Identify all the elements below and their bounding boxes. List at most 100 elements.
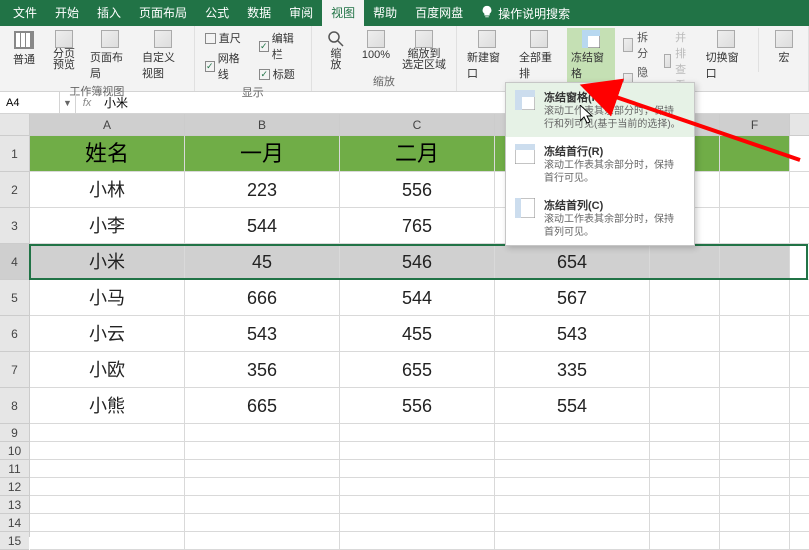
cell[interactable]: 小马 xyxy=(30,280,185,315)
cell[interactable] xyxy=(650,478,720,495)
normal-view-button[interactable]: 普通 xyxy=(6,28,42,83)
freeze-panes-option[interactable]: 冻结窗格(F) 滚动工作表其余部分时，保持 行和列可见(基于当前的选择)。 xyxy=(506,83,694,137)
cell[interactable]: 567 xyxy=(495,280,650,315)
arrange-all-button[interactable]: 全部重排 xyxy=(515,28,563,83)
cell[interactable] xyxy=(720,280,790,315)
cell[interactable]: 姓名 xyxy=(30,136,185,171)
cell[interactable] xyxy=(720,208,790,243)
cell[interactable]: 544 xyxy=(340,280,495,315)
row-header-3[interactable]: 3 xyxy=(0,208,29,244)
cell[interactable]: 546 xyxy=(340,244,495,279)
cell[interactable]: 665 xyxy=(185,388,340,423)
row-header-13[interactable]: 13 xyxy=(0,496,29,514)
cell[interactable] xyxy=(720,352,790,387)
cell[interactable]: 543 xyxy=(495,316,650,351)
cell[interactable] xyxy=(185,478,340,495)
menu-view[interactable]: 视图 xyxy=(322,0,364,26)
row-header-7[interactable]: 7 xyxy=(0,352,29,388)
cell[interactable] xyxy=(650,316,720,351)
cell[interactable] xyxy=(495,478,650,495)
cell[interactable] xyxy=(30,478,185,495)
col-header-b[interactable]: B xyxy=(185,114,340,135)
cell[interactable] xyxy=(720,244,790,279)
cell[interactable]: 335 xyxy=(495,352,650,387)
row-header-8[interactable]: 8 xyxy=(0,388,29,424)
cell[interactable]: 小熊 xyxy=(30,388,185,423)
col-header-a[interactable]: A xyxy=(30,114,185,135)
cell[interactable] xyxy=(650,280,720,315)
cell[interactable] xyxy=(30,460,185,477)
row-header-4[interactable]: 4 xyxy=(0,244,29,280)
cell[interactable] xyxy=(650,352,720,387)
cell[interactable]: 765 xyxy=(340,208,495,243)
cell[interactable] xyxy=(720,442,790,459)
ruler-checkbox[interactable]: 直尺 xyxy=(205,30,247,46)
cell[interactable] xyxy=(340,496,495,513)
cell[interactable] xyxy=(650,388,720,423)
row-header-1[interactable]: 1 xyxy=(0,136,29,172)
cell[interactable]: 666 xyxy=(185,280,340,315)
cell[interactable] xyxy=(720,316,790,351)
cell[interactable] xyxy=(650,514,720,531)
cell[interactable]: 二月 xyxy=(340,136,495,171)
formula-bar-checkbox[interactable]: ✓编辑栏 xyxy=(259,30,301,62)
cell[interactable] xyxy=(495,514,650,531)
cell[interactable] xyxy=(495,460,650,477)
cell[interactable]: 小李 xyxy=(30,208,185,243)
row-header-11[interactable]: 11 xyxy=(0,460,29,478)
cell[interactable]: 小米 xyxy=(30,244,185,279)
zoom-button[interactable]: 缩 放 xyxy=(318,28,354,73)
cell[interactable] xyxy=(30,424,185,441)
menu-data[interactable]: 数据 xyxy=(238,0,280,26)
cell[interactable]: 223 xyxy=(185,172,340,207)
row-header-15[interactable]: 15 xyxy=(0,532,29,550)
cell[interactable] xyxy=(185,532,340,549)
menu-baidu[interactable]: 百度网盘 xyxy=(406,0,472,26)
cell[interactable] xyxy=(30,442,185,459)
cell[interactable] xyxy=(650,496,720,513)
cell[interactable]: 544 xyxy=(185,208,340,243)
cell[interactable] xyxy=(650,460,720,477)
cell[interactable]: 45 xyxy=(185,244,340,279)
cell[interactable] xyxy=(340,442,495,459)
formula-input[interactable]: 小米 xyxy=(98,92,809,113)
menu-review[interactable]: 审阅 xyxy=(280,0,322,26)
freeze-first-col-option[interactable]: 冻结首列(C) 滚动工作表其余部分时，保持 首列可见。 xyxy=(506,191,694,245)
cell[interactable] xyxy=(720,136,790,171)
cell[interactable] xyxy=(495,532,650,549)
cell[interactable]: 556 xyxy=(340,388,495,423)
cell[interactable]: 654 xyxy=(495,244,650,279)
cell[interactable] xyxy=(185,514,340,531)
menu-file[interactable]: 文件 xyxy=(4,0,46,26)
zoom-selection-button[interactable]: 缩放到 选定区域 xyxy=(398,28,450,73)
cell[interactable] xyxy=(720,496,790,513)
cell[interactable] xyxy=(650,442,720,459)
col-header-f[interactable]: F xyxy=(720,114,790,135)
row-header-10[interactable]: 10 xyxy=(0,442,29,460)
cell[interactable] xyxy=(185,442,340,459)
cell[interactable]: 小欧 xyxy=(30,352,185,387)
col-header-c[interactable]: C xyxy=(340,114,495,135)
freeze-top-row-option[interactable]: 冻结首行(R) 滚动工作表其余部分时，保持 首行可见。 xyxy=(506,137,694,191)
cell[interactable] xyxy=(650,244,720,279)
row-header-14[interactable]: 14 xyxy=(0,514,29,532)
cell[interactable] xyxy=(30,496,185,513)
cell[interactable] xyxy=(185,496,340,513)
custom-views-button[interactable]: 自定义视图 xyxy=(138,28,188,83)
zoom-100-button[interactable]: 100% xyxy=(358,28,394,73)
page-layout-button[interactable]: 页面布局 xyxy=(86,28,134,83)
macros-button[interactable]: 宏 xyxy=(766,28,802,67)
cell[interactable] xyxy=(30,514,185,531)
cell[interactable] xyxy=(185,460,340,477)
cell[interactable]: 455 xyxy=(340,316,495,351)
cell[interactable] xyxy=(720,514,790,531)
pagebreak-preview-button[interactable]: 分页 预览 xyxy=(46,28,82,83)
cell[interactable]: 655 xyxy=(340,352,495,387)
select-all-corner[interactable] xyxy=(0,114,29,136)
cell[interactable] xyxy=(340,514,495,531)
cell[interactable] xyxy=(340,424,495,441)
menu-help[interactable]: 帮助 xyxy=(364,0,406,26)
headings-checkbox[interactable]: ✓标题 xyxy=(259,66,301,82)
gridlines-checkbox[interactable]: ✓网格线 xyxy=(205,50,247,82)
cell[interactable]: 356 xyxy=(185,352,340,387)
